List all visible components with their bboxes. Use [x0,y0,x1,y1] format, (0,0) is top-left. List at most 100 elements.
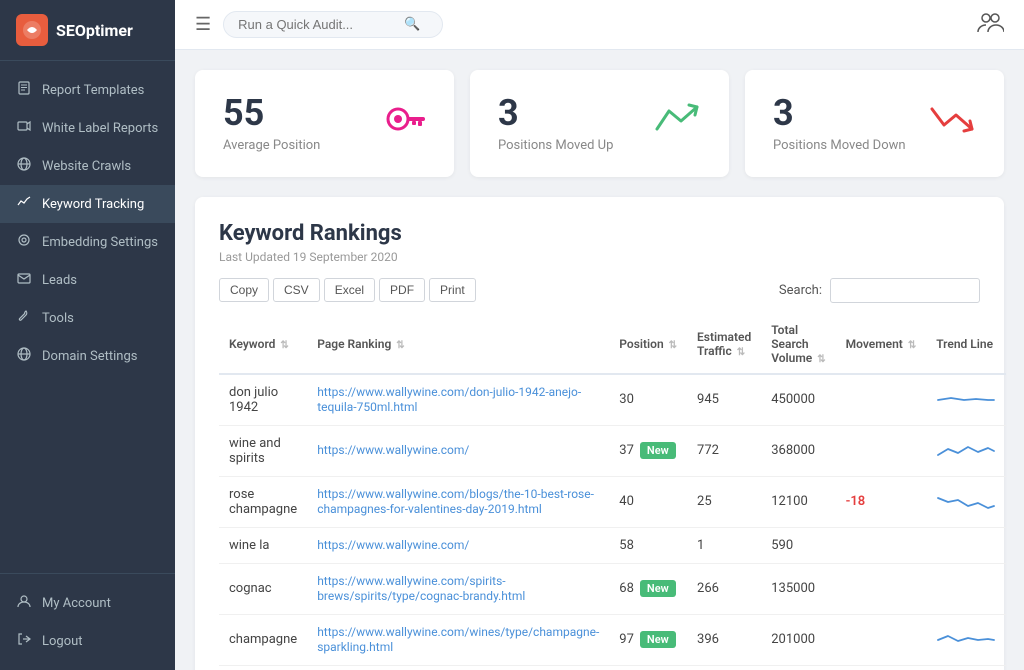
sidebar-item-my-account[interactable]: My Account [0,584,175,622]
crawls-icon [16,157,32,175]
cell-keyword: champagne [219,614,307,665]
stat-number: 3 [498,94,613,134]
sidebar-item-leads[interactable]: Leads [0,261,175,299]
search-label: Search: [779,283,822,298]
sidebar-logo: SEOptimer [0,0,175,61]
table-row: champagne https://www.wallywine.com/wine… [219,614,1006,665]
cell-url: https://www.wallywine.com/shipping/ [307,665,609,670]
cell-position: 68New [609,563,687,614]
print-button[interactable]: Print [429,278,476,302]
stat-label: Positions Moved Down [773,138,906,153]
sidebar-item-white-label[interactable]: White Label Reports [0,109,175,147]
search-input[interactable] [238,17,398,32]
cell-movement [836,563,927,614]
domain-icon [16,347,32,365]
badge: New [640,631,676,648]
cell-estimated-traffic: 25 [687,476,761,527]
tools-icon [16,309,32,327]
cell-position: 37New [609,425,687,476]
search-row: Search: [779,278,980,303]
cell-url: https://www.wallywine.com/wines/type/cha… [307,614,609,665]
cell-total-search-volume: 590 [761,527,835,563]
table-row: cognac https://www.wallywine.com/spirits… [219,563,1006,614]
cell-total-search-volume: 135000 [761,563,835,614]
cell-movement [836,374,927,426]
sidebar-nav: Report Templates White Label Reports Web… [0,61,175,573]
excel-button[interactable]: Excel [324,278,375,302]
cell-estimated-traffic: 266 [687,563,761,614]
sidebar-item-label: Keyword Tracking [42,197,144,212]
sidebar-item-logout[interactable]: Logout [0,622,175,660]
copy-button[interactable]: Copy [219,278,269,302]
col-position: Position ⇅ [609,315,687,374]
url-link[interactable]: https://www.wallywine.com/spirits-brews/… [317,574,525,603]
cell-estimated-traffic: 153 [687,665,761,670]
stat-card-moved-up: 3 Positions Moved Up [470,70,729,177]
cell-movement [836,425,927,476]
sidebar-item-domain-settings[interactable]: Domain Settings [0,337,175,375]
stat-info: 3 Positions Moved Down [773,94,906,153]
cell-movement [836,527,927,563]
table-row: wine la https://www.wallywine.com/ 58 1 … [219,527,1006,563]
sidebar-bottom: My Account Logout [0,573,175,670]
sidebar-item-tools[interactable]: Tools [0,299,175,337]
search-icon: 🔍 [404,17,420,32]
cell-total-search-volume: 368000 [761,425,835,476]
cell-trend [926,614,1006,665]
topbar: ☰ 🔍 [175,0,1024,50]
account-icon [16,594,32,612]
table-buttons: Copy CSV Excel PDF Print [219,278,476,302]
keyword-icon [16,195,32,213]
url-link[interactable]: https://www.wallywine.com/ [317,538,469,552]
rankings-subtitle: Last Updated 19 September 2020 [219,250,980,264]
cell-keyword: cognac [219,563,307,614]
sidebar-item-report-templates[interactable]: Report Templates [0,71,175,109]
col-estimated-traffic: EstimatedTraffic ⇅ [687,315,761,374]
sidebar-item-label: Embedding Settings [42,235,158,250]
stat-number: 3 [773,94,906,134]
sidebar-item-website-crawls[interactable]: Website Crawls [0,147,175,185]
sidebar-item-embedding-settings[interactable]: Embedding Settings [0,223,175,261]
logo-icon [16,14,48,46]
user-icon[interactable] [976,8,1004,41]
url-link[interactable]: https://www.wallywine.com/ [317,443,469,457]
col-page-ranking: Page Ranking ⇅ [307,315,609,374]
search-bar: 🔍 [223,11,443,38]
csv-button[interactable]: CSV [273,278,320,302]
table-header-row: Keyword ⇅ Page Ranking ⇅ Position ⇅ Esti… [219,315,1006,374]
cell-trend [926,665,1006,670]
url-link[interactable]: https://www.wallywine.com/wines/type/cha… [317,625,599,654]
cell-total-search-volume: 450000 [761,374,835,426]
cell-position: 30 [609,374,687,426]
sidebar-item-keyword-tracking[interactable]: Keyword Tracking [0,185,175,223]
hamburger-icon[interactable]: ☰ [195,14,211,35]
stat-info: 3 Positions Moved Up [498,94,613,153]
table-row: rose champagne https://www.wallywine.com… [219,476,1006,527]
badge: New [640,580,676,597]
table-body: don julio 1942 https://www.wallywine.com… [219,374,1006,670]
embed-icon [16,233,32,251]
cell-movement [836,614,927,665]
cell-trend [926,563,1006,614]
leads-icon [16,271,32,289]
cell-estimated-traffic: 772 [687,425,761,476]
logo-text: SEOptimer [56,21,133,40]
cell-total-search-volume: 201000 [761,614,835,665]
cell-trend [926,476,1006,527]
cell-url: https://www.wallywine.com/blogs/the-10-b… [307,476,609,527]
url-link[interactable]: https://www.wallywine.com/don-julio-1942… [317,385,581,414]
cell-movement [836,665,927,670]
cell-url: https://www.wallywine.com/don-julio-1942… [307,374,609,426]
pdf-button[interactable]: PDF [379,278,425,302]
badge: New [640,442,676,459]
sidebar-item-label: Website Crawls [42,159,131,174]
sidebar-item-label: Domain Settings [42,349,137,364]
url-link[interactable]: https://www.wallywine.com/blogs/the-10-b… [317,487,594,516]
table-search-input[interactable] [830,278,980,303]
cell-position: 97New [609,614,687,665]
cell-keyword: don julio 1942 [219,374,307,426]
sidebar-item-label: Tools [42,311,74,326]
content-area: 55 Average Position 3 Posi [175,50,1024,670]
sidebar-item-label: Logout [42,634,83,649]
label-icon [16,119,32,137]
